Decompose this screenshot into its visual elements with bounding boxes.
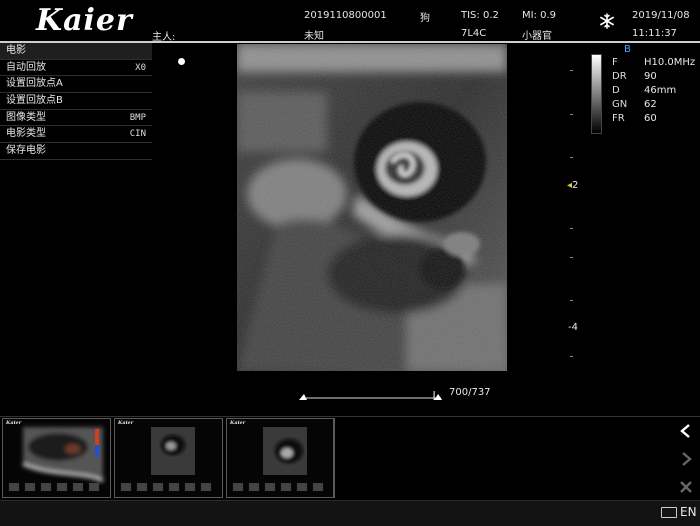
menu-item-auto-replay[interactable]: 自动回放 X0 <box>0 60 152 77</box>
patient-id: 2019110800001 <box>304 10 387 21</box>
tis-value: TIS: 0.2 <box>461 10 499 21</box>
thumbnail-3[interactable]: Kaier <box>226 418 335 498</box>
cine-menu-title: 电影 <box>0 43 152 60</box>
param-frequency: F H10.0MHz <box>612 57 696 68</box>
snowflake-icon[interactable] <box>599 13 615 33</box>
owner-name: 未知 <box>304 31 324 42</box>
menu-item-cine-type[interactable]: 电影类型 CIN <box>0 126 152 144</box>
menu-item-set-point-b[interactable]: 设置回放点B <box>0 93 152 110</box>
language-label: EN <box>680 505 697 519</box>
imaging-mode: B <box>624 44 631 55</box>
menu-item-image-type[interactable]: 图像类型 BMP <box>0 110 152 127</box>
param-frame-rate: FR 60 <box>612 113 657 124</box>
preset-name: 小器官 <box>522 31 552 42</box>
input-language[interactable]: EN <box>661 505 697 519</box>
thumbnail-logo: Kaier <box>6 420 22 426</box>
mi-value: MI: 0.9 <box>522 10 557 21</box>
keyboard-icon <box>661 506 677 518</box>
focus-marker <box>178 58 185 65</box>
status-bar <box>0 500 700 526</box>
cine-menu: 电影 自动回放 X0 设置回放点A 设置回放点B 图像类型 BMP 电影类型 CIN … <box>0 43 152 160</box>
cine-frame-position: 700/737 <box>449 387 491 398</box>
depth-label-2: 2 <box>572 180 579 191</box>
species: 狗 <box>420 13 430 24</box>
probe-name: 7L4C <box>461 28 487 39</box>
thumbnail-logo: Kaier <box>118 420 134 426</box>
param-depth: D 46mm <box>612 85 677 96</box>
grayscale-bar <box>591 54 602 134</box>
thumbnail-1[interactable]: Kaier <box>2 418 111 498</box>
chevron-left-icon[interactable] <box>673 418 699 444</box>
menu-item-set-point-a[interactable]: 设置回放点A <box>0 76 152 94</box>
param-dynamic-range: DR 90 <box>612 71 657 82</box>
param-gain: GN 62 <box>612 99 657 110</box>
close-icon[interactable] <box>673 474 699 500</box>
thumbnail-2[interactable]: Kaier <box>114 418 223 498</box>
ultrasound-image <box>237 44 507 371</box>
exam-time: 11:11:37 <box>632 28 677 39</box>
chevron-right-icon[interactable] <box>673 446 699 472</box>
thumbnail-logo: Kaier <box>230 420 246 426</box>
image-parameters: F H10.0MHz DR 90 D 46mm GN 62 FR 60 <box>612 56 695 126</box>
menu-item-save-cine[interactable]: 保存电影 <box>0 143 152 160</box>
brand-logo: Kaier <box>36 3 133 38</box>
exam-date: 2019/11/08 <box>632 10 690 21</box>
cine-progress-slider[interactable] <box>299 386 445 400</box>
depth-label-4: -4 <box>568 322 578 333</box>
